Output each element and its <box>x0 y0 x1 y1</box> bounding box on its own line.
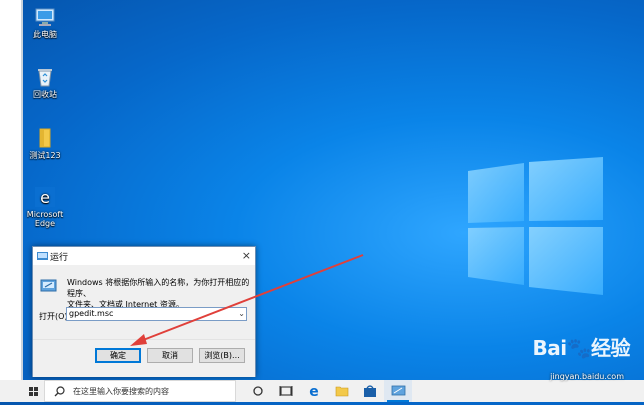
chevron-down-icon[interactable]: ⌄ <box>238 308 245 320</box>
svg-text:e: e <box>40 188 50 207</box>
desktop-icon-label: Microsoft Edge <box>26 210 64 228</box>
desktop-icon-edge[interactable]: e Microsoft Edge <box>26 186 64 228</box>
close-icon[interactable]: × <box>242 249 251 262</box>
run-dialog-titlebar[interactable]: 运行 × <box>33 247 255 265</box>
windows-start-icon <box>29 387 38 396</box>
taskbar-file-explorer-button[interactable] <box>328 380 356 402</box>
edge-browser-icon: e <box>35 187 55 207</box>
edge-browser-icon: e <box>309 384 319 400</box>
cortana-circle-icon <box>253 386 263 396</box>
desktop-icon-recycle-bin[interactable]: 回收站 <box>26 66 64 99</box>
run-app-icon <box>391 385 406 396</box>
left-window-edge <box>0 0 22 380</box>
desktop-icon-folder[interactable]: 测试123 <box>26 127 64 160</box>
taskbar: 在这里输入你要搜索的内容 e <box>0 380 644 402</box>
left-window-border <box>21 0 23 380</box>
folder-icon <box>39 128 51 148</box>
run-dialog: 运行 × Windows 将根据你所输入的名称，为你打开相应的程序、 文件夹、文… <box>32 246 256 377</box>
store-bag-icon <box>364 385 376 397</box>
svg-text:e: e <box>309 384 319 400</box>
ok-button[interactable]: 确定 <box>95 348 141 363</box>
baidu-jingyan-watermark: Bai🐾经验 <box>532 336 631 360</box>
run-app-icon <box>37 252 48 260</box>
windows-logo-wallpaper <box>468 157 603 295</box>
browse-button[interactable]: 浏览(B)... <box>199 348 245 363</box>
taskbar-search-box[interactable]: 在这里输入你要搜索的内容 <box>44 380 236 402</box>
run-dialog-title: 运行 <box>50 253 69 263</box>
run-program-icon <box>40 279 57 292</box>
description-line: Windows 将根据你所输入的名称，为你打开相应的程序、 <box>67 278 250 298</box>
desktop-icon-label: 回收站 <box>33 90 57 99</box>
desktop-icon-label: 测试123 <box>29 151 61 160</box>
taskbar-store-button[interactable] <box>356 380 384 402</box>
task-view-icon <box>279 386 293 396</box>
recycle-bin-icon <box>38 69 52 87</box>
run-dialog-description: Windows 将根据你所输入的名称，为你打开相应的程序、 文件夹、文档或 In… <box>67 277 251 310</box>
open-command-value: gpedit.msc <box>69 309 114 318</box>
cancel-button[interactable]: 取消 <box>147 348 193 363</box>
task-view-button[interactable] <box>272 380 300 402</box>
folder-icon <box>335 386 349 397</box>
search-placeholder: 在这里输入你要搜索的内容 <box>73 387 169 396</box>
start-button[interactable] <box>0 380 44 402</box>
taskbar-run-button[interactable] <box>384 380 412 402</box>
search-icon <box>54 386 65 397</box>
open-command-input[interactable]: gpedit.msc ⌄ <box>66 307 247 321</box>
desktop-icon-label: 此电脑 <box>33 30 57 39</box>
desktop-icon-this-pc[interactable]: 此电脑 <box>26 6 64 39</box>
watermark-url: jingyan.baidu.com <box>550 372 624 381</box>
computer-icon <box>35 8 55 26</box>
taskbar-edge-button[interactable]: e <box>300 380 328 402</box>
task-view-cortana-button[interactable] <box>244 380 272 402</box>
